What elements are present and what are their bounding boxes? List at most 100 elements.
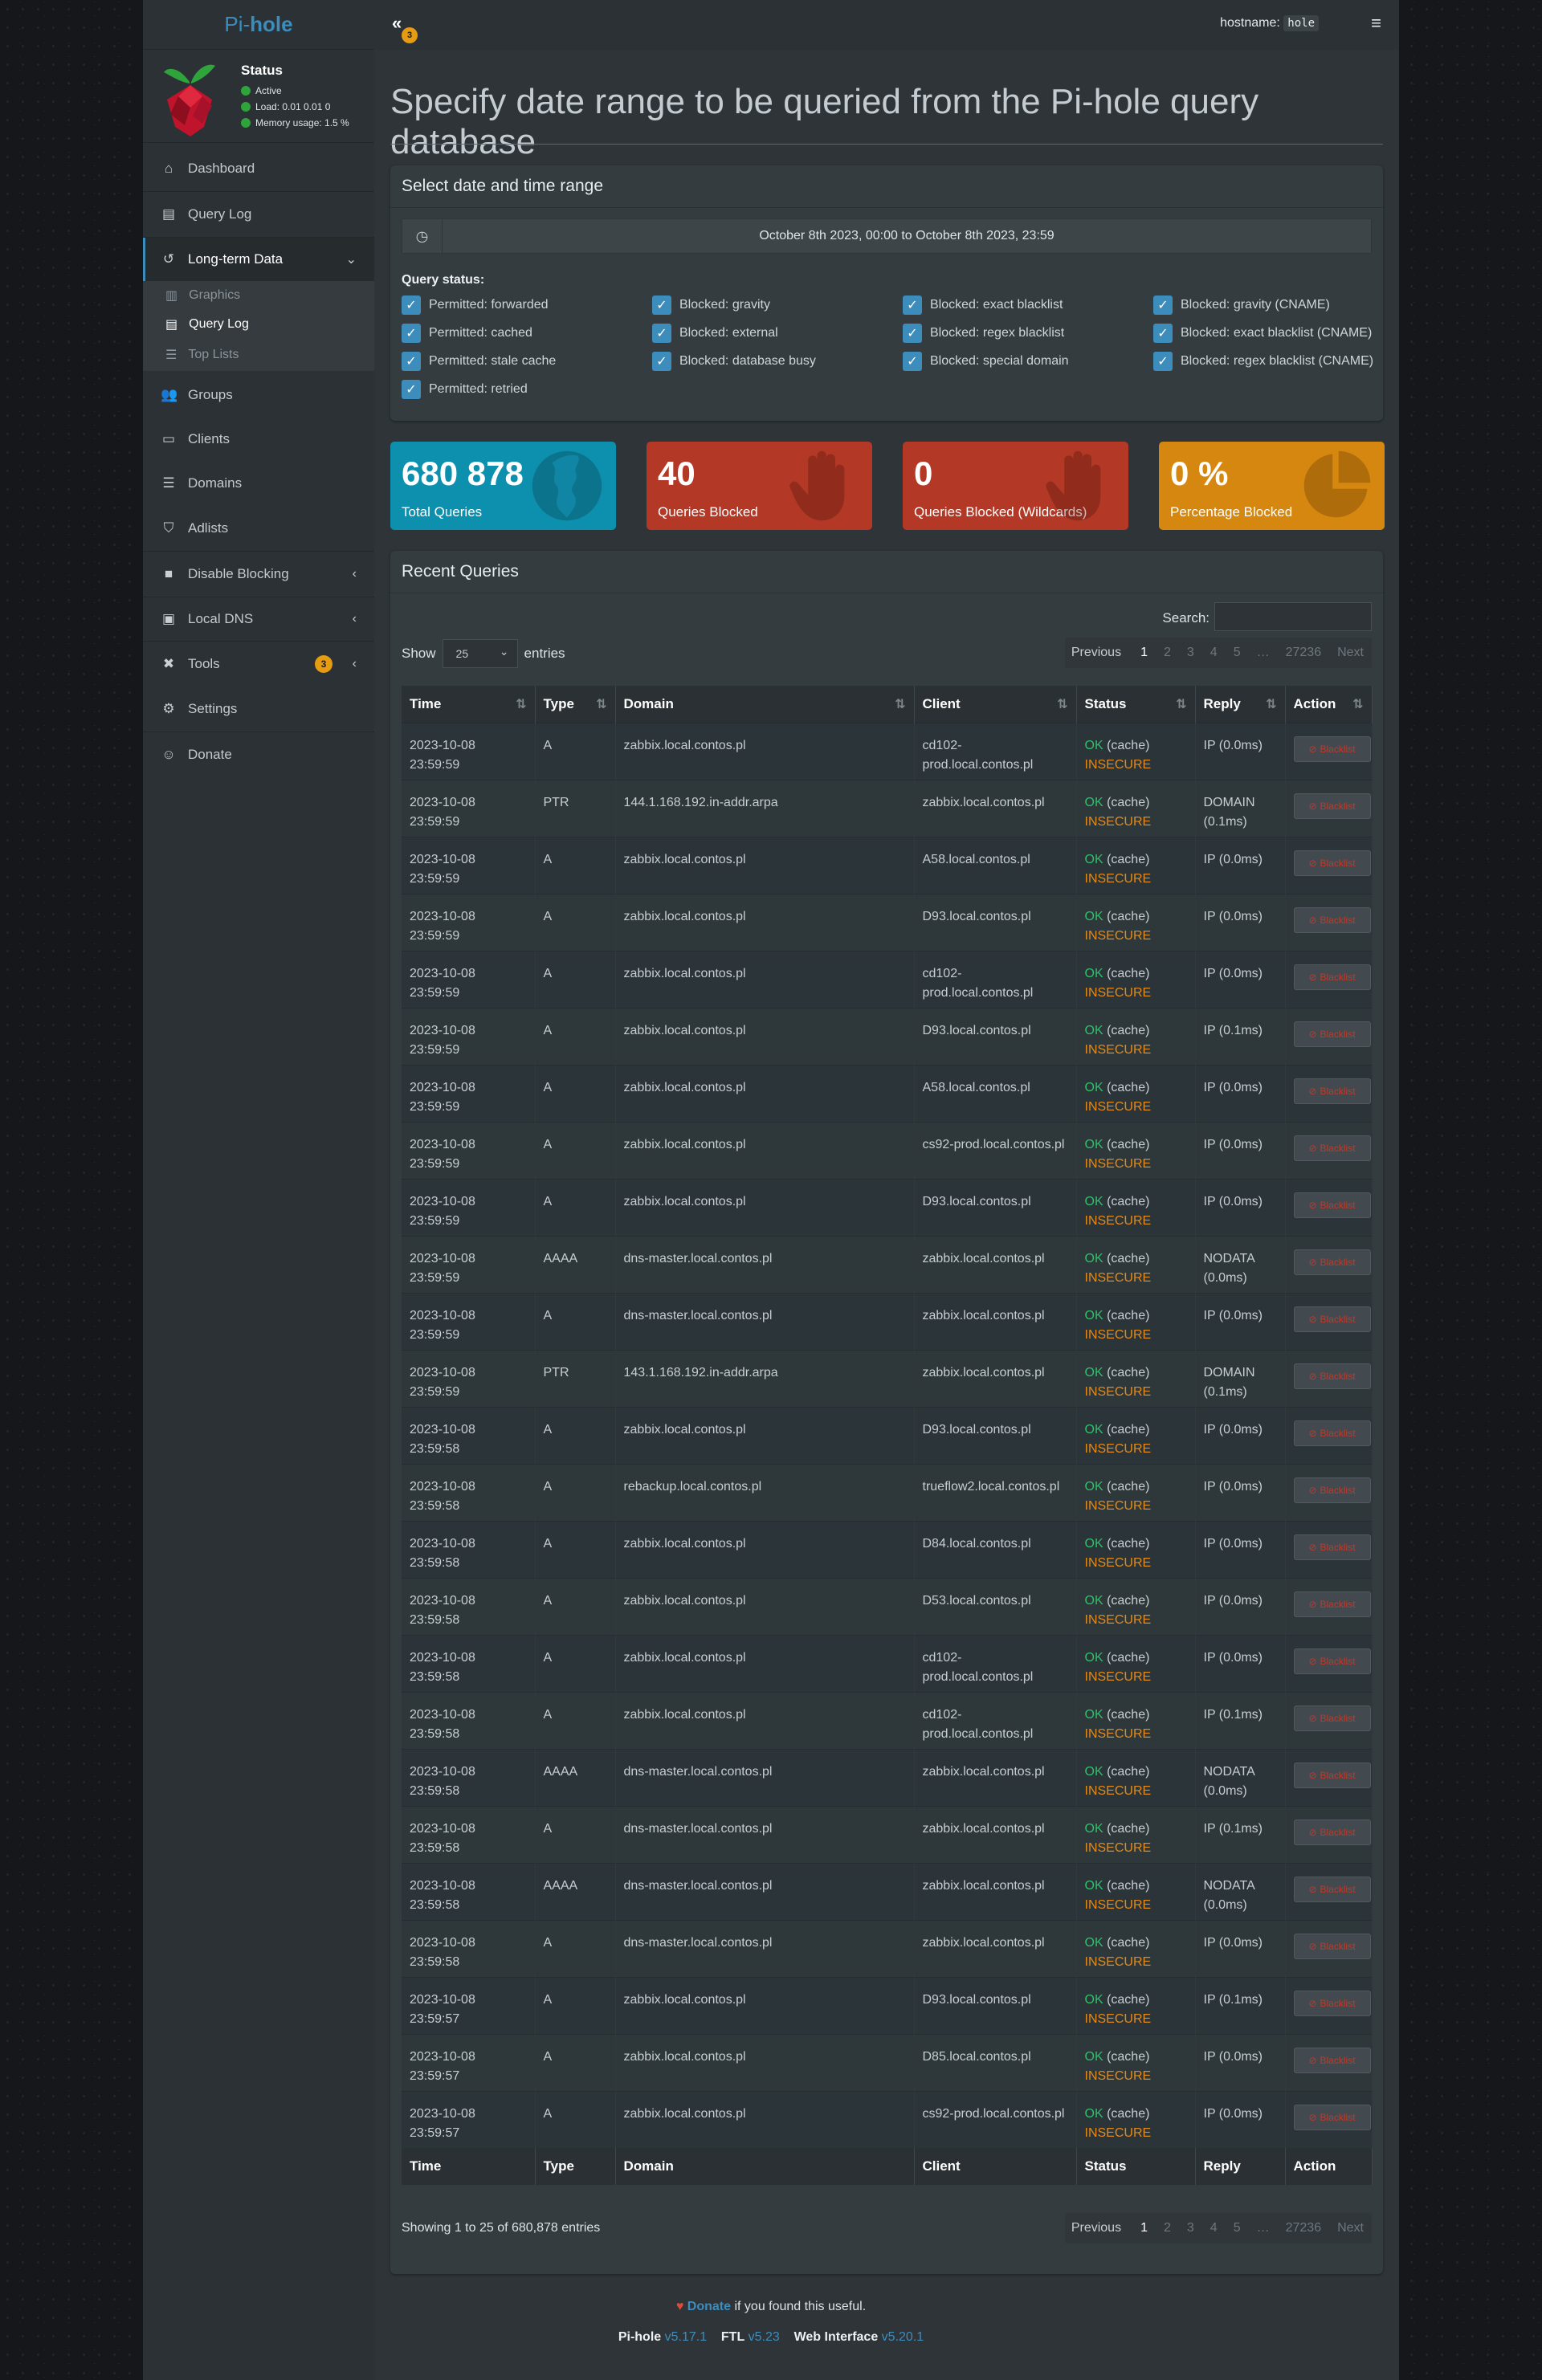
blacklist-button[interactable]: ⊘ Blacklist bbox=[1293, 1933, 1371, 1959]
cell-action: ⊘ Blacklist bbox=[1285, 2091, 1373, 2148]
pagination-page[interactable]: 4 bbox=[1202, 646, 1226, 660]
query-status-checkbox[interactable]: ✓ Blocked: special domain bbox=[903, 352, 1069, 371]
submenu-item-graphics[interactable]: ▥ Graphics bbox=[165, 287, 240, 304]
column-header-client[interactable]: Client ⇅ bbox=[914, 686, 1077, 723]
pagination-page[interactable]: 1 bbox=[1132, 646, 1156, 660]
query-status-checkbox[interactable]: ✓ Permitted: forwarded bbox=[402, 295, 549, 315]
pagination-page[interactable]: 27236 bbox=[1278, 646, 1330, 660]
sidebar-item-long-term-data[interactable]: ↺ Long-term Data ⌄ bbox=[143, 238, 374, 281]
sidebar-item-query-log[interactable]: ▤ Query Log bbox=[143, 192, 374, 237]
blacklist-button-label: Blacklist bbox=[1320, 1655, 1356, 1667]
blacklist-button[interactable]: ⊘ Blacklist bbox=[1293, 1363, 1371, 1389]
blacklist-button[interactable]: ⊘ Blacklist bbox=[1293, 1306, 1371, 1332]
blacklist-button[interactable]: ⊘ Blacklist bbox=[1293, 1990, 1371, 2016]
blacklist-button[interactable]: ⊘ Blacklist bbox=[1293, 1078, 1371, 1104]
blacklist-button[interactable]: ⊘ Blacklist bbox=[1293, 1477, 1371, 1503]
query-status-checkbox[interactable]: ✓ Permitted: stale cache bbox=[402, 352, 556, 371]
sidebar-item-domains[interactable]: ☰ Domains bbox=[143, 461, 374, 506]
submenu-item-top-lists[interactable]: ☰ Top Lists bbox=[165, 347, 239, 363]
status-ok: OK bbox=[1084, 1536, 1103, 1551]
query-status-checkbox[interactable]: ✓ Permitted: retried bbox=[402, 380, 528, 399]
page-size-select[interactable]: 25 bbox=[442, 639, 518, 668]
blacklist-button[interactable]: ⊘ Blacklist bbox=[1293, 2104, 1371, 2130]
blacklist-button[interactable]: ⊘ Blacklist bbox=[1293, 907, 1371, 933]
column-header-action[interactable]: Action ⇅ bbox=[1285, 686, 1373, 723]
sidebar-item-donate[interactable]: ☺ Donate bbox=[143, 732, 374, 777]
pagination-previous[interactable]: Previous bbox=[1065, 2221, 1132, 2235]
pagination-next[interactable]: Next bbox=[1329, 2221, 1372, 2235]
pagination-page[interactable]: 27236 bbox=[1278, 2221, 1330, 2235]
sidebar-item-groups[interactable]: 👥 Groups bbox=[143, 373, 374, 418]
sidebar-item-dashboard[interactable]: ⌂ Dashboard bbox=[143, 146, 374, 191]
cell-type: A bbox=[535, 2034, 616, 2091]
sidebar-item-local-dns[interactable]: ▣ Local DNS ‹ bbox=[143, 597, 374, 641]
query-status-checkbox[interactable]: ✓ Blocked: regex blacklist (CNAME) bbox=[1153, 352, 1373, 371]
status-load-text: Load: 0.01 0.01 0 bbox=[255, 101, 331, 112]
pagination-next[interactable]: Next bbox=[1329, 646, 1372, 660]
load-dot-icon bbox=[241, 102, 251, 112]
blacklist-button[interactable]: ⊘ Blacklist bbox=[1293, 1705, 1371, 1731]
query-status-checkbox[interactable]: ✓ Blocked: exact blacklist (CNAME) bbox=[1153, 324, 1372, 343]
query-status-checkbox[interactable]: ✓ Blocked: external bbox=[652, 324, 778, 343]
column-header-domain[interactable]: Domain ⇅ bbox=[615, 686, 915, 723]
cell-client: cd102-prod.local.contos.pl bbox=[914, 951, 1077, 1008]
pagination-page[interactable]: 5 bbox=[1226, 646, 1249, 660]
sidebar-item-adlists[interactable]: ⛉ Adlists bbox=[143, 506, 374, 551]
cell-action: ⊘ Blacklist bbox=[1285, 1806, 1373, 1863]
column-header-time[interactable]: Time ⇅ bbox=[402, 686, 536, 723]
pagination-page[interactable]: 2 bbox=[1156, 2221, 1179, 2235]
query-status-checkbox[interactable]: ✓ Blocked: gravity bbox=[652, 295, 770, 315]
entries-label: entries bbox=[524, 646, 565, 661]
menu-icon[interactable]: ≡ bbox=[1371, 13, 1381, 34]
blacklist-button[interactable]: ⊘ Blacklist bbox=[1293, 1534, 1371, 1560]
sidebar-item-settings[interactable]: ⚙ Settings bbox=[143, 687, 374, 732]
blacklist-button[interactable]: ⊘ Blacklist bbox=[1293, 1021, 1371, 1047]
pagination-page[interactable]: 2 bbox=[1156, 646, 1179, 660]
blacklist-button[interactable]: ⊘ Blacklist bbox=[1293, 1876, 1371, 1902]
blacklist-button[interactable]: ⊘ Blacklist bbox=[1293, 1762, 1371, 1788]
blacklist-button[interactable]: ⊘ Blacklist bbox=[1293, 793, 1371, 819]
column-header-reply[interactable]: Reply ⇅ bbox=[1195, 686, 1286, 723]
blacklist-button[interactable]: ⊘ Blacklist bbox=[1293, 1648, 1371, 1674]
submenu-item-query-log[interactable]: ▤ Query Log bbox=[165, 316, 249, 332]
pagination-page[interactable]: 5 bbox=[1226, 2221, 1249, 2235]
blacklist-button[interactable]: ⊘ Blacklist bbox=[1293, 1819, 1371, 1845]
pagination-previous[interactable]: Previous bbox=[1065, 646, 1132, 660]
web-interface-version-link[interactable]: v5.20.1 bbox=[882, 2330, 924, 2344]
column-header-status[interactable]: Status ⇅ bbox=[1076, 686, 1196, 723]
blacklist-button[interactable]: ⊘ Blacklist bbox=[1293, 964, 1371, 990]
brand-logo-text[interactable]: Pi-hole bbox=[143, 0, 374, 50]
blacklist-button[interactable]: ⊘ Blacklist bbox=[1293, 1249, 1371, 1275]
blacklist-button[interactable]: ⊘ Blacklist bbox=[1293, 1591, 1371, 1617]
blacklist-button[interactable]: ⊘ Blacklist bbox=[1293, 736, 1371, 762]
blacklist-button[interactable]: ⊘ Blacklist bbox=[1293, 2047, 1371, 2073]
query-status-checkbox[interactable]: ✓ Blocked: gravity (CNAME) bbox=[1153, 295, 1330, 315]
sidebar-item-clients[interactable]: ▭ Clients bbox=[143, 418, 374, 461]
ban-icon: ⊘ bbox=[1308, 1370, 1317, 1382]
blacklist-button[interactable]: ⊘ Blacklist bbox=[1293, 1420, 1371, 1446]
sidebar-item-tools[interactable]: ✖ Tools 3 ‹ bbox=[143, 642, 374, 687]
date-range-input[interactable]: ◷ October 8th 2023, 00:00 to October 8th… bbox=[402, 218, 1372, 254]
footer-donate-link[interactable]: Donate bbox=[687, 2300, 731, 2313]
column-header-action: Action bbox=[1285, 2148, 1373, 2185]
pagination-page[interactable]: 4 bbox=[1202, 2221, 1226, 2235]
sidebar-item-disable-blocking[interactable]: ■ Disable Blocking ‹ bbox=[143, 552, 374, 597]
query-status-checkbox[interactable]: ✓ Blocked: regex blacklist bbox=[903, 324, 1064, 343]
query-status-checkbox[interactable]: ✓ Blocked: database busy bbox=[652, 352, 816, 371]
blacklist-button[interactable]: ⊘ Blacklist bbox=[1293, 850, 1371, 876]
pagination-page[interactable]: 1 bbox=[1132, 2221, 1156, 2235]
cell-reply: IP (0.1ms) bbox=[1195, 1806, 1286, 1863]
column-header-type[interactable]: Type ⇅ bbox=[535, 686, 616, 723]
sort-icon: ⇅ bbox=[516, 698, 527, 711]
blacklist-button[interactable]: ⊘ Blacklist bbox=[1293, 1192, 1371, 1218]
query-status-checkbox[interactable]: ✓ Blocked: exact blacklist bbox=[903, 295, 1063, 315]
query-status-checkbox[interactable]: ✓ Permitted: cached bbox=[402, 324, 532, 343]
status-cache: (cache) bbox=[1107, 1992, 1150, 2007]
pihole-version-link[interactable]: v5.17.1 bbox=[665, 2330, 707, 2344]
ftl-version-link[interactable]: v5.23 bbox=[749, 2330, 780, 2344]
search-input[interactable] bbox=[1214, 602, 1372, 631]
sidebar-toggle-button[interactable]: « 3 bbox=[392, 13, 418, 43]
pagination-page[interactable]: 3 bbox=[1179, 2221, 1202, 2235]
pagination-page[interactable]: 3 bbox=[1179, 646, 1202, 660]
blacklist-button[interactable]: ⊘ Blacklist bbox=[1293, 1135, 1371, 1161]
